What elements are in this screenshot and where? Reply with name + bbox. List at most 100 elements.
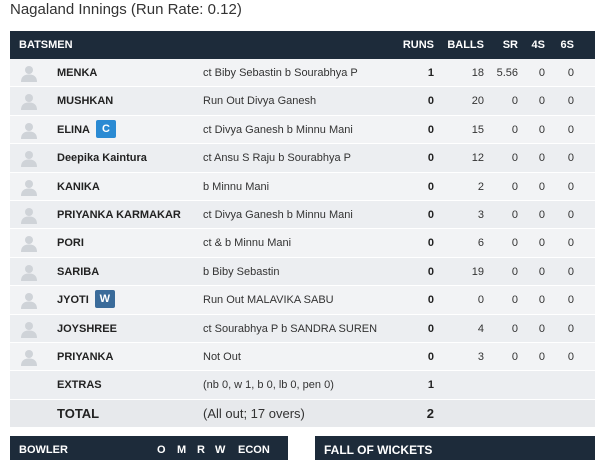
batsman-runs: 0 (427, 237, 434, 250)
total-runs: 2 (426, 405, 434, 421)
batsman-name[interactable]: PRIYANKA KARMAKAR (57, 201, 181, 229)
batsman-strike-rate: 5.56 (496, 67, 518, 79)
batsman-sixes: 0 (567, 208, 574, 221)
player-avatar-icon (20, 121, 38, 139)
batsman-name-text[interactable]: PRIYANKA (57, 351, 113, 363)
dismissal-info: b Biby Sebastin (203, 265, 280, 278)
total-detail: (All out; 17 overs) (203, 405, 305, 421)
batsman-name-text[interactable]: SARIBA (57, 266, 99, 278)
batsman-name-text[interactable]: Deepika Kaintura (57, 152, 147, 164)
batsman-row: ELINA C ct Divya Ganesh b Minnu Mani 0 15… (10, 115, 595, 145)
dismissal-info: ct & b Minnu Mani (203, 237, 292, 250)
batsman-row: SARIBA b Biby Sebastin 0 19 0 0 0 (10, 257, 595, 287)
batsman-runs: 0 (427, 265, 434, 278)
batsman-name[interactable]: JOYSHREE (57, 315, 117, 343)
innings-title: Nagaland Innings (Run Rate: 0.12) (10, 1, 242, 18)
batsman-row: PRIYANKA KARMAKAR ct Divya Ganesh b Minn… (10, 200, 595, 230)
balls-column-header: BALLS (447, 39, 484, 51)
player-avatar-icon (20, 149, 38, 168)
batsmen-column-header: BATSMEN (19, 39, 73, 51)
player-avatar-icon (20, 178, 38, 196)
batsman-name[interactable]: SARIBA (57, 258, 99, 286)
batsman-strike-rate: 0 (511, 123, 518, 136)
extras-detail: (nb 0, w 1, b 0, lb 0, pen 0) (203, 379, 334, 392)
batsman-row: KANIKA b Minnu Mani 0 2 0 0 0 (10, 172, 595, 201)
wickets-column-header: W (215, 444, 226, 456)
extras-runs: 1 (427, 379, 434, 392)
batsman-name[interactable]: Deepika Kaintura (57, 144, 147, 172)
batsman-strike-rate: 0 (511, 95, 518, 108)
batsman-sixes: 0 (567, 322, 574, 335)
batsman-row: PORI ct & b Minnu Mani 0 6 0 0 0 (10, 229, 595, 258)
batsman-strike-rate: 0 (511, 237, 518, 250)
captain-badge: C (96, 119, 116, 138)
batsman-name-text[interactable]: MENKA (57, 67, 97, 79)
fall-of-wickets-header: FALL OF WICKETS (315, 436, 595, 460)
dismissal-info: ct Ansu S Raju b Sourabhya P (203, 152, 351, 165)
batting-scorecard: BATSMEN RUNS BALLS SR 4S 6S MENKA ct Bib… (10, 31, 595, 428)
batsman-name-text[interactable]: ELINA (57, 124, 90, 136)
dismissal-info: ct Divya Ganesh b Minnu Mani (203, 208, 353, 221)
batsman-balls: 2 (477, 180, 484, 193)
batting-header: BATSMEN RUNS BALLS SR 4S 6S (10, 31, 595, 59)
batsman-row: MUSHKAN Run Out Divya Ganesh 0 20 0 0 0 (10, 87, 595, 116)
player-avatar-icon (20, 234, 38, 253)
batsman-strike-rate: 0 (511, 180, 518, 193)
batsman-runs: 0 (427, 350, 434, 363)
batsman-name-text[interactable]: PRIYANKA KARMAKAR (57, 209, 181, 221)
dismissal-info: ct Divya Ganesh b Minnu Mani (203, 123, 353, 136)
econ-column-header: ECON (238, 444, 270, 456)
batsman-name[interactable]: KANIKA (57, 173, 100, 201)
batsman-row: Deepika Kaintura ct Ansu S Raju b Sourab… (10, 144, 595, 173)
batsman-runs: 0 (427, 180, 434, 193)
player-avatar-icon (20, 263, 38, 281)
batsman-strike-rate: 0 (511, 208, 518, 221)
player-avatar-icon (20, 206, 38, 224)
batsman-runs: 1 (427, 67, 434, 79)
batsman-name-text[interactable]: JYOTI (57, 294, 89, 306)
batsman-fours: 0 (538, 322, 545, 335)
batsman-name-text[interactable]: KANIKA (57, 181, 100, 193)
batsman-name[interactable]: JYOTI W (57, 286, 115, 314)
batsman-runs: 0 (427, 294, 434, 307)
batsman-strike-rate: 0 (511, 152, 518, 165)
batsman-sixes: 0 (567, 123, 574, 136)
batsman-runs: 0 (427, 152, 434, 165)
batsman-balls: 12 (471, 152, 484, 165)
batsman-row: JYOTI W Run Out MALAVIKA SABU 0 0 0 0 0 (10, 286, 595, 315)
batsman-strike-rate: 0 (511, 265, 518, 278)
batsman-name[interactable]: MENKA (57, 59, 97, 87)
batsman-row: MENKA ct Biby Sebastin b Sourabhya P 1 1… (10, 59, 595, 88)
batsman-name-text[interactable]: PORI (57, 237, 84, 249)
batsman-name-text[interactable]: JOYSHREE (57, 323, 117, 335)
bowler-column-header: BOWLER (19, 444, 68, 456)
batsman-name-text[interactable]: MUSHKAN (57, 95, 113, 107)
player-avatar-icon (20, 291, 38, 310)
fours-column-header: 4S (531, 39, 545, 51)
batsman-balls: 20 (471, 95, 484, 108)
batsman-sixes: 0 (567, 294, 574, 307)
batsman-balls: 6 (477, 237, 484, 250)
runs-column-header: RUNS (402, 39, 434, 51)
batsman-balls: 3 (477, 350, 484, 363)
batsman-name[interactable]: PORI (57, 229, 84, 257)
batsman-sixes: 0 (567, 95, 574, 108)
batsman-sixes: 0 (567, 350, 574, 363)
batsman-fours: 0 (538, 180, 545, 193)
overs-column-header: O (157, 444, 166, 456)
batsman-runs: 0 (427, 322, 434, 335)
batsman-balls: 3 (477, 208, 484, 221)
batsman-name[interactable]: MUSHKAN (57, 87, 113, 115)
dismissal-info: Run Out Divya Ganesh (203, 95, 317, 108)
batsman-balls: 4 (477, 322, 484, 335)
batsman-fours: 0 (538, 294, 545, 307)
batsman-sixes: 0 (567, 67, 574, 79)
batsman-runs: 0 (427, 208, 434, 221)
player-avatar-icon (20, 348, 38, 366)
batsman-name[interactable]: ELINA C (57, 116, 116, 144)
player-avatar-icon (20, 320, 38, 338)
batsman-fours: 0 (538, 152, 545, 165)
batsman-balls: 15 (471, 123, 484, 136)
batsman-name[interactable]: PRIYANKA (57, 343, 113, 371)
total-label: TOTAL (57, 405, 100, 421)
